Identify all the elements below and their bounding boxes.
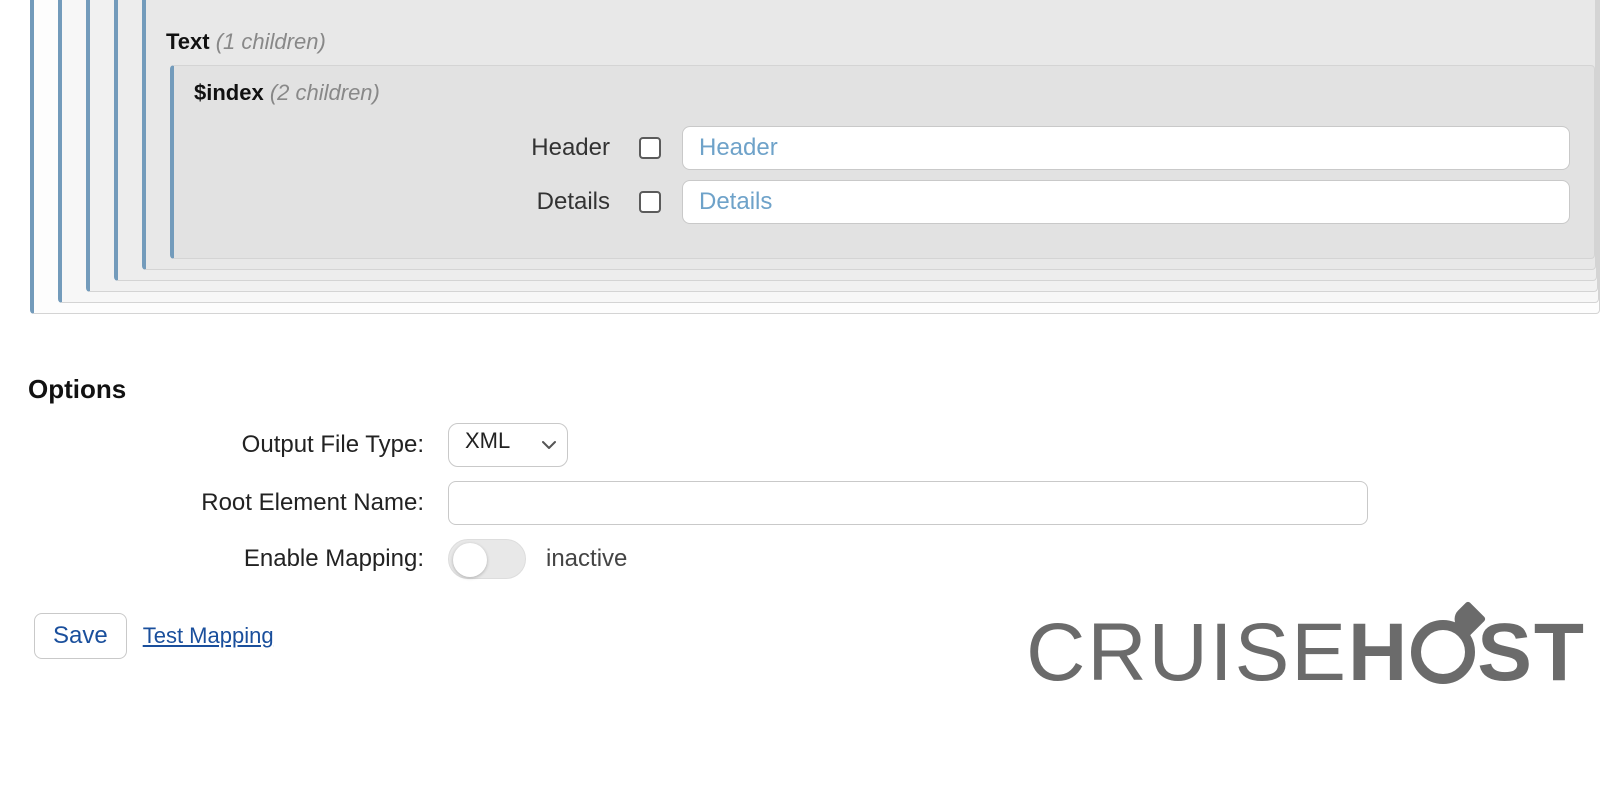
label-enable-mapping: Enable Mapping: <box>28 545 428 573</box>
checkbox-details[interactable] <box>639 191 661 213</box>
tree-node-text[interactable]: Text (1 children) $index (2 children) He… <box>142 0 1596 270</box>
select-output-file-type[interactable]: XML <box>448 423 568 467</box>
options-heading: Options <box>28 374 1600 405</box>
input-details[interactable] <box>682 180 1570 224</box>
brand-part2b: ST <box>1477 612 1586 694</box>
field-label-header: Header <box>188 134 618 162</box>
tree-panel-level0: Text (1 children) $index (2 children) He… <box>30 0 1600 314</box>
checkbox-header[interactable] <box>639 137 661 159</box>
node-name: Text <box>166 29 210 54</box>
brand-part2a: H <box>1348 612 1409 694</box>
save-button[interactable]: Save <box>34 613 127 659</box>
node-children-count: (1 children) <box>216 29 326 54</box>
label-root-element-name: Root Element Name: <box>28 489 428 517</box>
brand-part1: CRUISE <box>1026 612 1348 694</box>
test-mapping-link[interactable]: Test Mapping <box>143 623 274 649</box>
field-label-details: Details <box>188 188 618 216</box>
select-value: XML <box>448 423 568 467</box>
toggle-knob <box>453 543 487 577</box>
field-row-header: Header <box>188 126 1570 170</box>
tree-node-index[interactable]: $index (2 children) Header Details <box>170 65 1595 259</box>
tree-panel-level3: Text (1 children) $index (2 children) He… <box>114 0 1597 281</box>
field-row-details: Details <box>188 180 1570 224</box>
option-row-root-element-name: Root Element Name: <box>28 481 1600 525</box>
label-output-file-type: Output File Type: <box>28 431 428 459</box>
brand-logo: CRUISEH ST <box>1026 612 1586 694</box>
input-root-element-name[interactable] <box>448 481 1368 525</box>
input-header[interactable] <box>682 126 1570 170</box>
option-row-output-file-type: Output File Type: XML <box>28 423 1600 467</box>
tree-node-index-title: $index (2 children) <box>188 76 1582 116</box>
tree-panel-level2: Text (1 children) $index (2 children) He… <box>86 0 1598 292</box>
toggle-status-text: inactive <box>546 545 627 573</box>
toggle-enable-mapping[interactable] <box>448 539 526 579</box>
tree-panel-level1: Text (1 children) $index (2 children) He… <box>58 0 1599 303</box>
brand-o-icon <box>1409 612 1477 694</box>
tree-node-text-title: Text (1 children) <box>160 25 1595 65</box>
option-row-enable-mapping: Enable Mapping: inactive <box>28 539 1600 579</box>
node-children-count: (2 children) <box>270 80 380 105</box>
node-name: $index <box>194 80 264 105</box>
